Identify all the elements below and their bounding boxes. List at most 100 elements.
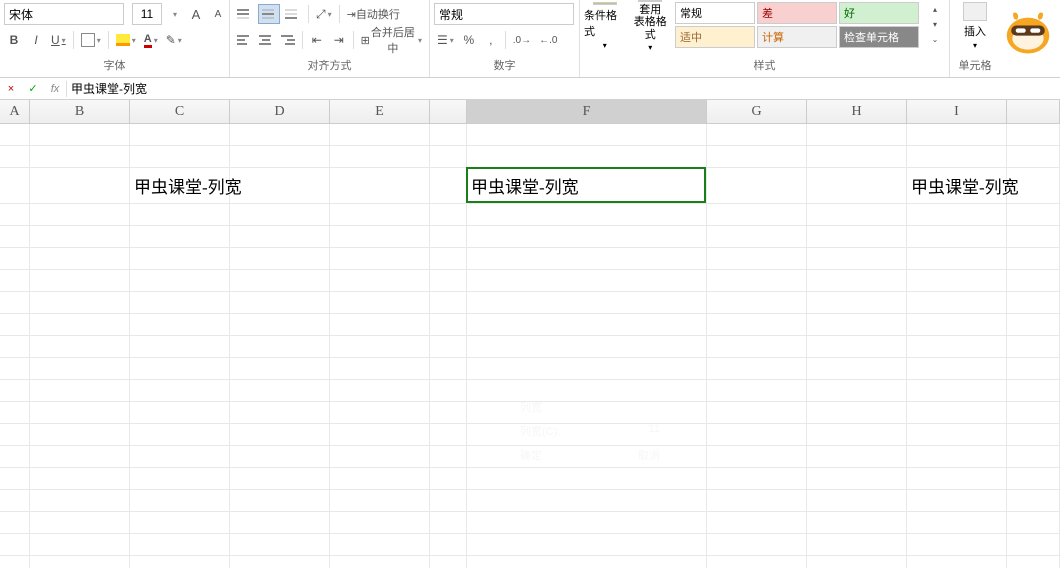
- cell[interactable]: [0, 270, 30, 292]
- cell[interactable]: [467, 358, 707, 380]
- cell[interactable]: [430, 402, 467, 424]
- cell[interactable]: [467, 124, 707, 146]
- cell[interactable]: [707, 248, 807, 270]
- cell[interactable]: [707, 446, 807, 468]
- cell[interactable]: [230, 446, 330, 468]
- cell[interactable]: [467, 534, 707, 556]
- increase-indent-button[interactable]: ⇥: [329, 29, 349, 51]
- cell[interactable]: [430, 512, 467, 534]
- font-name-select[interactable]: [4, 3, 124, 25]
- cell[interactable]: [0, 424, 30, 446]
- cell[interactable]: [0, 314, 30, 336]
- cell[interactable]: [907, 292, 1007, 314]
- increase-font-button[interactable]: A: [186, 3, 206, 25]
- cell[interactable]: [330, 556, 430, 568]
- cell[interactable]: [130, 336, 230, 358]
- cell[interactable]: [330, 204, 430, 226]
- cell[interactable]: [467, 336, 707, 358]
- percent-button[interactable]: %: [459, 29, 479, 51]
- cell[interactable]: [430, 168, 467, 204]
- cell[interactable]: [230, 292, 330, 314]
- cell[interactable]: [1007, 402, 1060, 424]
- cell[interactable]: [0, 124, 30, 146]
- cell[interactable]: [807, 512, 907, 534]
- cell[interactable]: [907, 468, 1007, 490]
- cell[interactable]: [907, 446, 1007, 468]
- cell[interactable]: [430, 446, 467, 468]
- cell[interactable]: [30, 248, 130, 270]
- cell[interactable]: [230, 512, 330, 534]
- cell[interactable]: [707, 336, 807, 358]
- style-gallery-expand[interactable]: ⌄: [925, 32, 945, 46]
- cell[interactable]: [707, 270, 807, 292]
- cell[interactable]: [230, 358, 330, 380]
- formula-input[interactable]: [67, 79, 1060, 99]
- cell[interactable]: [30, 204, 130, 226]
- cell[interactable]: [467, 248, 707, 270]
- wrap-text-button[interactable]: ⇥ 自动换行: [344, 3, 403, 25]
- cell[interactable]: [1007, 226, 1060, 248]
- cell[interactable]: [330, 468, 430, 490]
- column-header-D[interactable]: D: [230, 100, 330, 123]
- cell[interactable]: [1007, 336, 1060, 358]
- cell[interactable]: [230, 336, 330, 358]
- style-good[interactable]: 好: [839, 2, 919, 24]
- cell[interactable]: [130, 124, 230, 146]
- style-normal[interactable]: 常规: [675, 2, 755, 24]
- currency-button[interactable]: ☰: [434, 29, 457, 51]
- cell[interactable]: [230, 402, 330, 424]
- cell[interactable]: [30, 534, 130, 556]
- cell[interactable]: [130, 292, 230, 314]
- cell[interactable]: [467, 314, 707, 336]
- cell[interactable]: [130, 490, 230, 512]
- column-header-C[interactable]: C: [130, 100, 230, 123]
- cell[interactable]: [430, 204, 467, 226]
- cell[interactable]: [130, 512, 230, 534]
- cell[interactable]: [807, 292, 907, 314]
- cell[interactable]: [907, 336, 1007, 358]
- font-size-input[interactable]: [132, 3, 162, 25]
- cell[interactable]: [330, 248, 430, 270]
- cell[interactable]: [230, 534, 330, 556]
- cell[interactable]: [0, 358, 30, 380]
- cell[interactable]: [130, 424, 230, 446]
- cell[interactable]: [467, 556, 707, 568]
- cell[interactable]: [0, 534, 30, 556]
- cell[interactable]: [330, 358, 430, 380]
- cell[interactable]: [430, 336, 467, 358]
- cell[interactable]: [130, 446, 230, 468]
- cell[interactable]: [130, 556, 230, 568]
- cell[interactable]: [1007, 424, 1060, 446]
- cell[interactable]: [807, 146, 907, 168]
- underline-button[interactable]: U: [48, 29, 69, 51]
- cell[interactable]: [907, 124, 1007, 146]
- cell[interactable]: [707, 468, 807, 490]
- cell[interactable]: [807, 314, 907, 336]
- cell[interactable]: [30, 168, 130, 204]
- cell[interactable]: [430, 248, 467, 270]
- cell[interactable]: [30, 314, 130, 336]
- font-size-dropdown[interactable]: [164, 3, 184, 25]
- cell[interactable]: [1007, 124, 1060, 146]
- cell[interactable]: [30, 336, 130, 358]
- cell[interactable]: [467, 270, 707, 292]
- cell[interactable]: [807, 270, 907, 292]
- cell[interactable]: [807, 424, 907, 446]
- cell[interactable]: [0, 336, 30, 358]
- cell[interactable]: [230, 468, 330, 490]
- cell[interactable]: [707, 292, 807, 314]
- cell[interactable]: 甲虫课堂-列宽: [130, 168, 230, 204]
- cell[interactable]: [907, 204, 1007, 226]
- cell[interactable]: [0, 292, 30, 314]
- cell[interactable]: [1007, 146, 1060, 168]
- style-check[interactable]: 检查单元格: [839, 26, 919, 48]
- cell[interactable]: [707, 512, 807, 534]
- style-calc[interactable]: 计算: [757, 26, 837, 48]
- cell[interactable]: [807, 168, 907, 204]
- cell[interactable]: [1007, 270, 1060, 292]
- cell[interactable]: [230, 124, 330, 146]
- cell[interactable]: [30, 512, 130, 534]
- cell[interactable]: [30, 292, 130, 314]
- cell[interactable]: [907, 248, 1007, 270]
- cell[interactable]: [0, 380, 30, 402]
